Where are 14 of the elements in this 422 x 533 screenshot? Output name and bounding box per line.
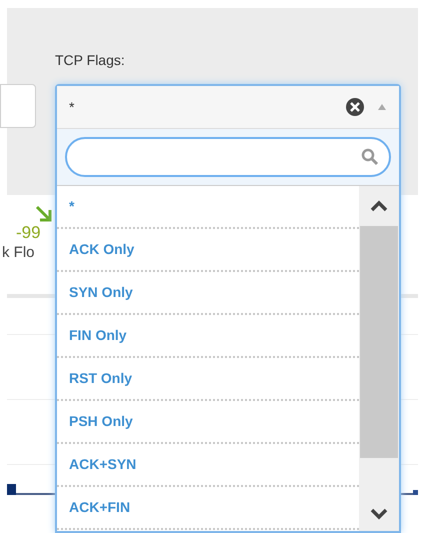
stat-label: k Flo (2, 245, 35, 260)
clear-icon[interactable] (345, 97, 365, 117)
scroll-down-icon[interactable] (370, 508, 388, 520)
select-box[interactable]: * (57, 86, 399, 129)
stat-value: -99 (16, 224, 41, 241)
scrollbar-thumb[interactable] (360, 226, 398, 458)
select-value: * (69, 98, 76, 116)
search-icon (361, 148, 379, 166)
search-field[interactable] (65, 137, 391, 177)
field-label: TCP Flags: (55, 51, 125, 70)
input-field[interactable] (0, 84, 36, 128)
caret-up-icon[interactable] (377, 103, 387, 111)
scrollbar[interactable] (359, 186, 399, 531)
scroll-up-icon[interactable] (370, 200, 388, 212)
